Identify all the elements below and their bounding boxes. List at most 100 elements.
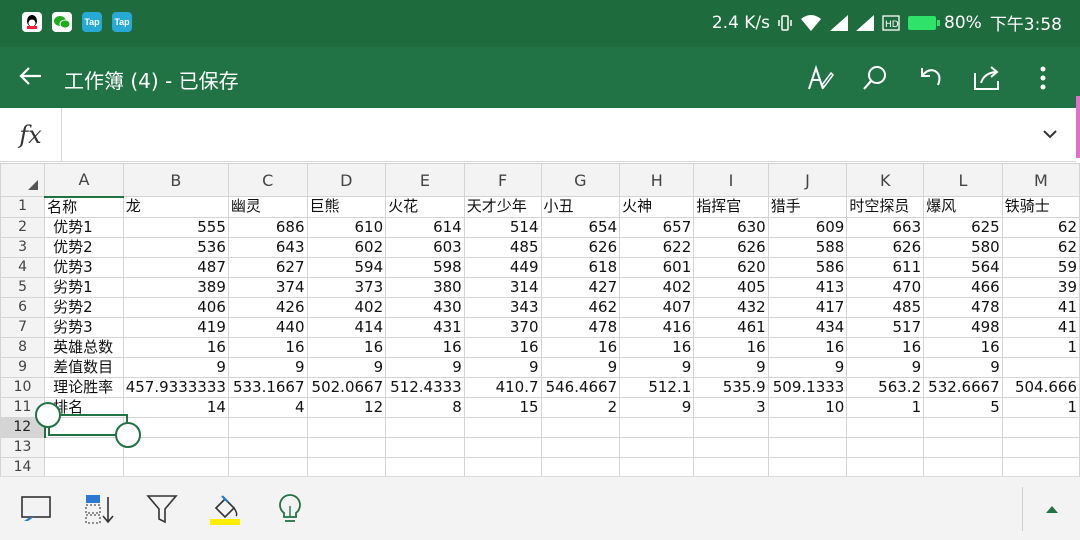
cell-k6[interactable]: 485 bbox=[846, 296, 925, 318]
cell-j6[interactable]: 417 bbox=[767, 296, 848, 318]
row-header-3[interactable]: 3 bbox=[0, 236, 46, 258]
cell-m13[interactable] bbox=[1001, 436, 1080, 458]
cell-l4[interactable]: 564 bbox=[923, 256, 1003, 278]
cell-g7[interactable]: 478 bbox=[540, 316, 621, 338]
cell-g4[interactable]: 618 bbox=[540, 256, 621, 278]
cell-d11[interactable]: 12 bbox=[306, 396, 387, 418]
cell-e14[interactable] bbox=[385, 456, 465, 476]
row-header-6[interactable]: 6 bbox=[0, 296, 46, 318]
column-header-j[interactable]: J bbox=[767, 163, 848, 197]
cell-g2[interactable]: 654 bbox=[540, 216, 621, 238]
cell-d6[interactable]: 402 bbox=[306, 296, 387, 318]
cell-j7[interactable]: 434 bbox=[767, 316, 848, 338]
cell-a5[interactable]: 劣势1 bbox=[44, 276, 124, 298]
cell-e9[interactable]: 9 bbox=[385, 356, 465, 378]
row-header-10[interactable]: 10 bbox=[0, 376, 46, 398]
cell-c1[interactable]: 幽灵 bbox=[227, 196, 308, 218]
cell-i7[interactable]: 461 bbox=[693, 316, 769, 338]
cell-i8[interactable]: 16 bbox=[693, 336, 769, 358]
more-options-button[interactable] bbox=[1026, 61, 1060, 95]
cell-f9[interactable]: 9 bbox=[463, 356, 542, 378]
cell-e11[interactable]: 8 bbox=[385, 396, 465, 418]
cell-c2[interactable]: 686 bbox=[227, 216, 308, 238]
cell-l8[interactable]: 16 bbox=[923, 336, 1003, 358]
row-header-2[interactable]: 2 bbox=[0, 216, 46, 238]
cell-j13[interactable] bbox=[767, 436, 848, 458]
select-all-button[interactable] bbox=[18, 491, 54, 527]
cell-e6[interactable]: 430 bbox=[385, 296, 465, 318]
cell-m6[interactable]: 41 bbox=[1001, 296, 1080, 318]
cell-g14[interactable] bbox=[540, 456, 621, 476]
cell-d5[interactable]: 373 bbox=[306, 276, 387, 298]
cell-i11[interactable]: 3 bbox=[693, 396, 769, 418]
cell-e8[interactable]: 16 bbox=[385, 336, 465, 358]
cell-g11[interactable]: 2 bbox=[540, 396, 621, 418]
cell-e3[interactable]: 603 bbox=[385, 236, 465, 258]
cell-b2[interactable]: 555 bbox=[122, 216, 229, 238]
cell-i1[interactable]: 指挥官 bbox=[693, 196, 769, 218]
cell-a8[interactable]: 英雄总数 bbox=[44, 336, 124, 358]
cell-f7[interactable]: 370 bbox=[463, 316, 542, 338]
cell-m7[interactable]: 41 bbox=[1001, 316, 1080, 338]
column-header-g[interactable]: G bbox=[540, 163, 621, 197]
cell-l6[interactable]: 478 bbox=[923, 296, 1003, 318]
cell-c9[interactable]: 9 bbox=[227, 356, 308, 378]
cell-b5[interactable]: 389 bbox=[122, 276, 229, 298]
row-header-14[interactable]: 14 bbox=[0, 456, 46, 476]
cell-a2[interactable]: 优势1 bbox=[44, 216, 124, 238]
cell-h1[interactable]: 火神 bbox=[619, 196, 695, 218]
cell-b14[interactable] bbox=[122, 456, 229, 476]
cell-c14[interactable] bbox=[227, 456, 308, 476]
cell-k10[interactable]: 563.2 bbox=[846, 376, 925, 398]
cell-b3[interactable]: 536 bbox=[122, 236, 229, 258]
cell-l1[interactable]: 爆风 bbox=[923, 196, 1003, 218]
cell-f8[interactable]: 16 bbox=[463, 336, 542, 358]
cell-j9[interactable]: 9 bbox=[767, 356, 848, 378]
column-header-m[interactable]: M bbox=[1001, 163, 1080, 197]
cell-m3[interactable]: 62 bbox=[1001, 236, 1080, 258]
cell-i4[interactable]: 620 bbox=[693, 256, 769, 278]
cell-k1[interactable]: 时空探员 bbox=[846, 196, 925, 218]
cell-h2[interactable]: 657 bbox=[619, 216, 695, 238]
cell-d13[interactable] bbox=[306, 436, 387, 458]
cell-c13[interactable] bbox=[227, 436, 308, 458]
column-header-c[interactable]: C bbox=[227, 163, 308, 197]
cell-m9[interactable] bbox=[1001, 356, 1080, 378]
cell-j2[interactable]: 609 bbox=[767, 216, 848, 238]
cell-c12[interactable] bbox=[227, 416, 308, 438]
cell-i6[interactable]: 432 bbox=[693, 296, 769, 318]
cell-j14[interactable] bbox=[767, 456, 848, 476]
cell-g10[interactable]: 546.4667 bbox=[540, 376, 621, 398]
cell-l5[interactable]: 466 bbox=[923, 276, 1003, 298]
cell-i5[interactable]: 405 bbox=[693, 276, 769, 298]
cell-d14[interactable] bbox=[306, 456, 387, 476]
row-header-4[interactable]: 4 bbox=[0, 256, 46, 278]
cell-d10[interactable]: 502.0667 bbox=[306, 376, 387, 398]
undo-button[interactable] bbox=[914, 61, 948, 95]
cell-f11[interactable]: 15 bbox=[463, 396, 542, 418]
cell-i9[interactable]: 9 bbox=[693, 356, 769, 378]
cell-f4[interactable]: 449 bbox=[463, 256, 542, 278]
cell-l3[interactable]: 580 bbox=[923, 236, 1003, 258]
share-button[interactable] bbox=[970, 61, 1004, 95]
cell-a14[interactable] bbox=[44, 456, 124, 476]
cell-b6[interactable]: 406 bbox=[122, 296, 229, 318]
column-header-b[interactable]: B bbox=[122, 163, 229, 197]
cell-i13[interactable] bbox=[693, 436, 769, 458]
column-header-a[interactable]: A bbox=[44, 163, 124, 198]
cell-h14[interactable] bbox=[619, 456, 695, 476]
row-header-8[interactable]: 8 bbox=[0, 336, 46, 358]
cell-m11[interactable]: 1 bbox=[1001, 396, 1080, 418]
cell-f13[interactable] bbox=[463, 436, 542, 458]
cell-e7[interactable]: 431 bbox=[385, 316, 465, 338]
column-header-i[interactable]: I bbox=[693, 163, 769, 197]
column-header-l[interactable]: L bbox=[923, 163, 1003, 197]
cell-m4[interactable]: 59 bbox=[1001, 256, 1080, 278]
cell-f10[interactable]: 410.7 bbox=[463, 376, 542, 398]
cell-k8[interactable]: 16 bbox=[846, 336, 925, 358]
cell-d9[interactable]: 9 bbox=[306, 356, 387, 378]
cell-c8[interactable]: 16 bbox=[227, 336, 308, 358]
cell-i10[interactable]: 535.9 bbox=[693, 376, 769, 398]
cell-j3[interactable]: 588 bbox=[767, 236, 848, 258]
cell-e10[interactable]: 512.4333 bbox=[385, 376, 465, 398]
